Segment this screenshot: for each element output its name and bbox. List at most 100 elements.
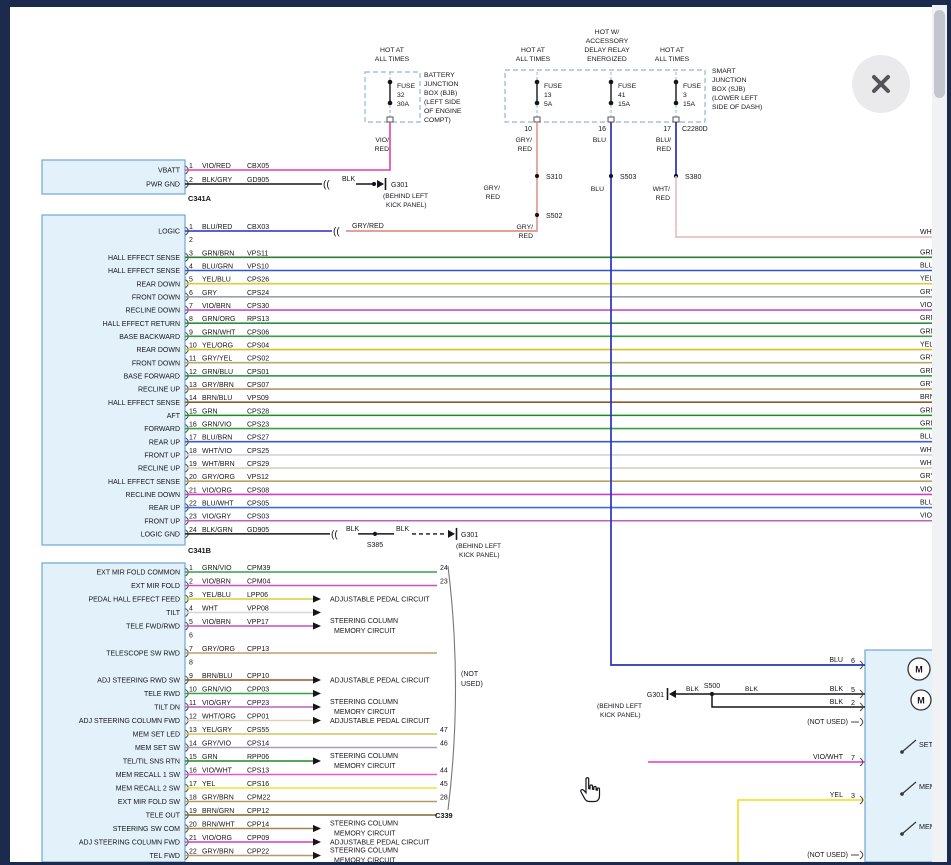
circuit-number: CPS26 bbox=[247, 277, 269, 284]
ground-name: G301 bbox=[461, 532, 478, 539]
wire-code: GRN/BRN bbox=[202, 250, 234, 257]
wire-code: BLU/BRN bbox=[202, 435, 232, 442]
pin-number: 8 bbox=[189, 316, 193, 323]
close-button[interactable] bbox=[852, 55, 910, 113]
circuit-number: CPP23 bbox=[247, 700, 269, 707]
wire-code: GRY/ bbox=[484, 185, 501, 192]
edge-wire-code: GRY/ORG bbox=[920, 473, 932, 480]
function-label: HALL EFFECT SENSE bbox=[108, 479, 180, 486]
junction-box-name: (LEFT SIDE bbox=[424, 99, 461, 106]
wire-code: VIO/RED bbox=[202, 163, 231, 170]
pin-number: 16 bbox=[189, 422, 197, 429]
wire-code: GRN/BLU bbox=[202, 369, 233, 376]
inline-connector-symbol: (( bbox=[323, 180, 330, 191]
pin-number: 13 bbox=[189, 382, 197, 389]
wire-code: YEL/BLU bbox=[202, 592, 231, 599]
wire-code: GRN/WHT bbox=[202, 329, 236, 336]
wire-code: GRY/BRN bbox=[202, 795, 234, 802]
function-label: RECLINE UP bbox=[138, 466, 180, 473]
pin-number: 21 bbox=[189, 487, 197, 494]
function-label: EXT MIR FOLD bbox=[131, 583, 180, 590]
scrollbar[interactable] bbox=[932, 5, 947, 862]
connector-name: C341A bbox=[188, 194, 212, 203]
pin-number: 23 bbox=[189, 514, 197, 521]
connector-pin-square bbox=[387, 117, 393, 122]
ground-location: KICK PANEL) bbox=[600, 712, 641, 719]
wire-code: BLU/ bbox=[656, 137, 671, 144]
wire-code: BLU/WHT bbox=[202, 501, 234, 508]
pin-number: 1 bbox=[189, 224, 193, 231]
circuit-annotation: STEERING COLUMN bbox=[330, 753, 398, 760]
wire-code: GRN bbox=[202, 408, 218, 415]
edge-wire-code: VIO/GRY bbox=[920, 513, 932, 520]
connector-name: C339 bbox=[435, 811, 453, 820]
junction-box-name: (LOWER LEFT bbox=[712, 95, 758, 102]
junction-box-name: BOX (BJB) bbox=[424, 90, 457, 97]
circuit-number: CPP09 bbox=[247, 835, 269, 842]
edge-wire-code: VIO/ORG bbox=[920, 486, 932, 493]
fuse-label: 3 bbox=[683, 92, 687, 99]
power-source-label: ALL TIMES bbox=[375, 56, 410, 63]
wire-code: RED bbox=[518, 146, 532, 153]
circuit-number: CPM22 bbox=[247, 795, 270, 802]
wire-code: GRY bbox=[202, 290, 217, 297]
pin-number: 19 bbox=[189, 808, 197, 815]
pin-number: 14 bbox=[189, 395, 197, 402]
wire-code: VIO/ bbox=[375, 137, 389, 144]
pin-number: 22 bbox=[189, 849, 197, 856]
function-label: PWR GND bbox=[146, 182, 180, 189]
box-pin-number: 3 bbox=[851, 791, 855, 800]
diagram-canvas[interactable]: C341AC341BMMSETMEMMEMHOT ATALL TIMESFUSE… bbox=[10, 7, 932, 862]
function-label: TELE FWD/RWD bbox=[126, 624, 180, 631]
junction-box-name: BATTERY bbox=[424, 72, 455, 79]
wire-code: BLK bbox=[686, 686, 699, 693]
circuit-number: GD905 bbox=[247, 527, 269, 534]
function-label: ADJ STEERING RWD SW bbox=[97, 678, 180, 685]
wire-code: GRY/ORG bbox=[202, 474, 235, 481]
circuit-number: CPS05 bbox=[247, 501, 269, 508]
box-pin-number: 2 bbox=[851, 698, 855, 707]
ground-location: (BEHIND LEFT bbox=[597, 703, 642, 710]
scrollbar-thumb[interactable] bbox=[934, 10, 945, 98]
circuit-arrow-icon bbox=[313, 622, 321, 629]
function-label: REAR DOWN bbox=[136, 347, 180, 354]
edge-wire-code: BRN/BLU bbox=[920, 394, 932, 401]
edge-wire-code: GRN/BRN bbox=[920, 249, 932, 256]
edge-wire-code: GRN/ORG bbox=[920, 315, 932, 322]
junction-box-name: SIDE OF DASH) bbox=[712, 104, 762, 111]
target-pin-number: 46 bbox=[440, 741, 448, 748]
ground-location: (BEHIND LEFT bbox=[383, 193, 428, 200]
circuit-annotation: ADJUSTABLE PEDAL CIRCUIT bbox=[330, 678, 430, 685]
wiring-diagram[interactable]: C341AC341BMMSETMEMMEMHOT ATALL TIMESFUSE… bbox=[10, 7, 932, 862]
function-label: RECLINE DOWN bbox=[126, 492, 180, 499]
splice-name: S385 bbox=[367, 542, 383, 549]
pin-number: 5 bbox=[189, 277, 193, 284]
wire-code: YEL/GRY bbox=[202, 727, 233, 734]
wire-code: YEL bbox=[830, 792, 843, 799]
fuse-label: 5A bbox=[544, 101, 553, 108]
pin-number: 2 bbox=[189, 177, 193, 184]
wire-code: GRY/RED bbox=[352, 223, 384, 230]
wire-code: BLU bbox=[591, 186, 604, 193]
circuit-number: CPS02 bbox=[247, 356, 269, 363]
wire bbox=[676, 176, 932, 237]
inline-connector-symbol: (( bbox=[333, 227, 340, 238]
circuit-number: VPS11 bbox=[247, 250, 268, 257]
wire-code: VIO/GRY bbox=[202, 514, 231, 521]
fuse-label: FUSE bbox=[544, 83, 563, 90]
edge-wire-code: YEL/BLU bbox=[920, 276, 932, 283]
wire-code: GRY/YEL bbox=[202, 356, 232, 363]
circuit-number: CPP22 bbox=[247, 849, 269, 856]
inline-connector-symbol: (( bbox=[331, 529, 338, 540]
power-source-label: ENERGIZED bbox=[587, 56, 627, 63]
pin-number: 22 bbox=[189, 501, 197, 508]
function-label: MEM RECALL 2 SW bbox=[116, 786, 181, 793]
ground-location: KICK PANEL) bbox=[386, 202, 427, 209]
pin-number: 16 bbox=[189, 768, 197, 775]
function-label: BASE BACKWARD bbox=[119, 334, 180, 341]
circuit-annotation: ADJUSTABLE PEDAL CIRCUIT bbox=[330, 840, 430, 847]
pin-number: 12 bbox=[189, 369, 197, 376]
pin-number: 10 bbox=[189, 343, 197, 350]
target-pin-number: 23 bbox=[440, 579, 448, 586]
power-source-label: ALL TIMES bbox=[655, 56, 690, 63]
